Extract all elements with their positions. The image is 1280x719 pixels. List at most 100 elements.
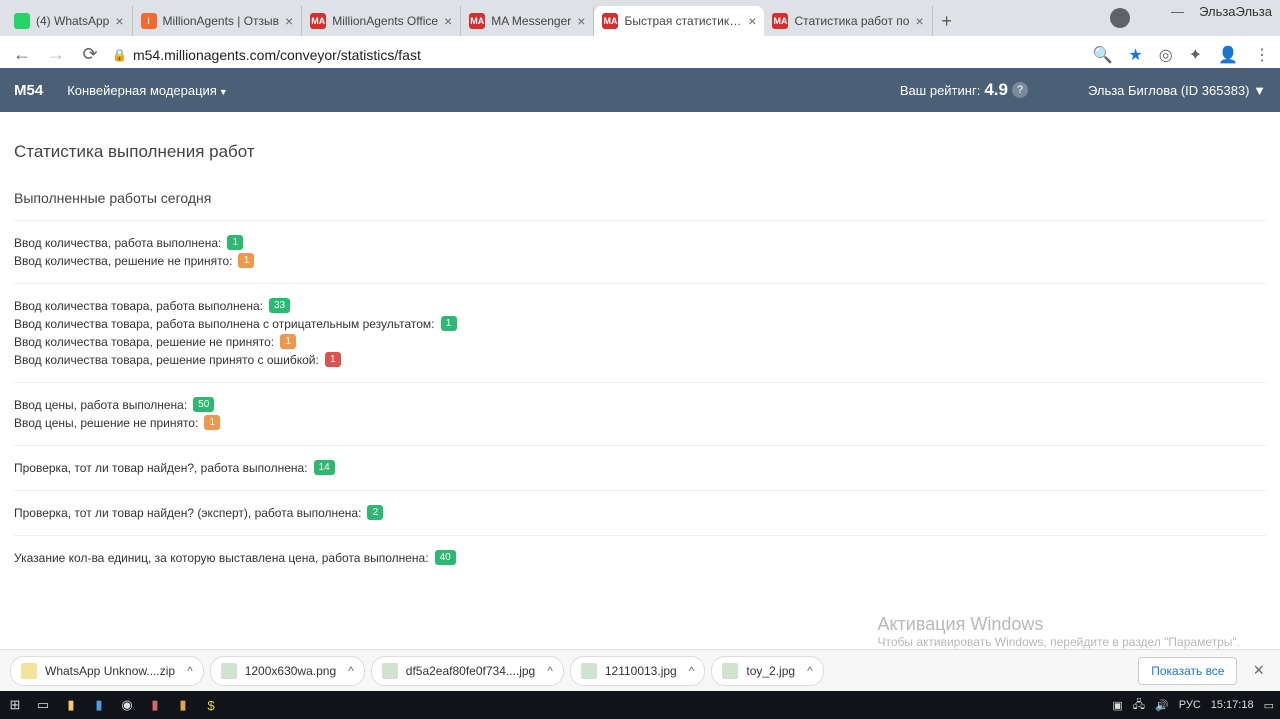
rating-value: 4.9 bbox=[984, 80, 1008, 100]
search-icon[interactable]: 🔍 bbox=[1092, 45, 1112, 65]
stats-section: Проверка, тот ли товар найден? (эксперт)… bbox=[14, 490, 1266, 535]
back-button[interactable]: ← bbox=[10, 44, 34, 65]
close-tab-icon[interactable]: × bbox=[115, 13, 123, 29]
stats-section: Ввод количества, работа выполнена: 1Ввод… bbox=[14, 220, 1266, 283]
download-item[interactable]: 1200x630wa.png ^ bbox=[210, 656, 365, 686]
stat-line: Ввод цены, работа выполнена: 50 bbox=[14, 397, 1266, 412]
tab-favicon: i bbox=[141, 13, 157, 29]
minimize-icon[interactable]: — bbox=[1171, 4, 1184, 19]
page-title: Статистика выполнения работ bbox=[14, 142, 1266, 162]
moderation-menu-label: Конвейерная модерация bbox=[67, 83, 217, 98]
download-filename: 1200x630wa.png bbox=[245, 664, 336, 678]
browser-tab[interactable]: MA Статистика работ по × bbox=[764, 6, 932, 36]
clock[interactable]: 15:17:18 bbox=[1211, 699, 1254, 711]
file-icon bbox=[382, 663, 398, 679]
file-icon bbox=[21, 663, 37, 679]
close-tab-icon[interactable]: × bbox=[577, 13, 585, 29]
stat-line: Ввод количества, работа выполнена: 1 bbox=[14, 235, 1266, 250]
chevron-up-icon[interactable]: ^ bbox=[689, 664, 695, 678]
stat-badge: 1 bbox=[441, 316, 457, 331]
tray-icon[interactable]: ▣ bbox=[1112, 699, 1122, 712]
windows-activation-watermark: Активация Windows Чтобы активировать Win… bbox=[877, 614, 1240, 649]
stat-badge: 1 bbox=[325, 352, 341, 367]
stat-badge: 1 bbox=[238, 253, 254, 268]
close-tab-icon[interactable]: × bbox=[748, 13, 756, 29]
browser-tab[interactable]: MA MA Messenger × bbox=[461, 6, 594, 36]
page-content: Статистика выполнения работ Выполненные … bbox=[0, 112, 1280, 590]
forward-button[interactable]: → bbox=[44, 44, 68, 65]
volume-icon[interactable]: 🔊 bbox=[1155, 699, 1169, 712]
profile-avatar-icon[interactable]: 👤 bbox=[1218, 45, 1238, 65]
browser-tab[interactable]: MA Быстрая статистика р × bbox=[594, 6, 764, 36]
stat-label: Ввод количества товара, работа выполнена… bbox=[14, 299, 263, 313]
browser-tab[interactable]: (4) WhatsApp × bbox=[6, 6, 133, 36]
incognito-icon[interactable] bbox=[1110, 8, 1130, 28]
app-navbar: M54 Конвейерная модерация▼ Ваш рейтинг: … bbox=[0, 68, 1280, 112]
help-icon[interactable]: ? bbox=[1012, 82, 1028, 98]
stats-section: Ввод количества товара, работа выполнена… bbox=[14, 283, 1266, 382]
stat-badge: 14 bbox=[314, 460, 335, 475]
moderation-menu[interactable]: Конвейерная модерация▼ bbox=[67, 83, 228, 98]
stat-line: Проверка, тот ли товар найден?, работа в… bbox=[14, 460, 1266, 475]
download-item[interactable]: df5a2eaf80fe0f734....jpg ^ bbox=[371, 656, 564, 686]
show-all-downloads-button[interactable]: Показать все bbox=[1138, 657, 1237, 685]
app-icon-3[interactable]: $ bbox=[202, 696, 220, 714]
tab-title: MillionAgents Office bbox=[332, 14, 438, 28]
stat-label: Указание кол-ва единиц, за которую выста… bbox=[14, 551, 429, 565]
language-indicator[interactable]: РУС bbox=[1179, 699, 1201, 711]
lock-icon: 🔒 bbox=[112, 48, 127, 62]
close-tab-icon[interactable]: × bbox=[444, 13, 452, 29]
chrome-icon[interactable]: ◉ bbox=[118, 696, 136, 714]
file-explorer-icon[interactable]: ▮ bbox=[62, 696, 80, 714]
close-downloads-button[interactable]: × bbox=[1247, 660, 1270, 681]
new-tab-button[interactable]: + bbox=[933, 11, 961, 32]
window-controls: — bbox=[1171, 4, 1184, 19]
stat-label: Ввод количества товара, решение не приня… bbox=[14, 335, 274, 349]
mail-icon[interactable]: ▮ bbox=[90, 696, 108, 714]
close-tab-icon[interactable]: × bbox=[915, 13, 923, 29]
download-item[interactable]: WhatsApp Unknow....zip ^ bbox=[10, 656, 204, 686]
stats-section: Ввод цены, работа выполнена: 50 Ввод цены… bbox=[14, 382, 1266, 445]
page-subtitle: Выполненные работы сегодня bbox=[14, 190, 1266, 206]
app-icon-2[interactable]: ▮ bbox=[174, 696, 192, 714]
chevron-down-icon: ▼ bbox=[219, 87, 228, 97]
menu-dots-icon[interactable]: ⋮ bbox=[1254, 45, 1270, 65]
watermark-title: Активация Windows bbox=[877, 614, 1240, 635]
app-brand[interactable]: M54 bbox=[14, 82, 43, 99]
account-icon[interactable]: ◎ bbox=[1159, 45, 1173, 65]
close-tab-icon[interactable]: × bbox=[285, 13, 293, 29]
notifications-icon[interactable]: ▭ bbox=[1264, 699, 1274, 712]
download-item[interactable]: 12110013.jpg ^ bbox=[570, 656, 706, 686]
stat-line: Указание кол-ва единиц, за которую выста… bbox=[14, 550, 1266, 565]
stat-line: Ввод количества товара, решение не приня… bbox=[14, 334, 1266, 349]
chrome-profile-name[interactable]: ЭльзаЭльза bbox=[1199, 4, 1272, 19]
browser-tab[interactable]: MA MillionAgents Office × bbox=[302, 6, 461, 36]
download-item[interactable]: toy_2.jpg ^ bbox=[711, 656, 823, 686]
stat-label: Проверка, тот ли товар найден?, работа в… bbox=[14, 461, 308, 475]
browser-tab[interactable]: i MillionAgents | Отзыв × bbox=[133, 6, 303, 36]
file-icon bbox=[221, 663, 237, 679]
reload-button[interactable]: ⟳ bbox=[78, 44, 102, 65]
chevron-up-icon[interactable]: ^ bbox=[348, 664, 354, 678]
download-filename: df5a2eaf80fe0f734....jpg bbox=[406, 664, 535, 678]
network-icon[interactable]: 🖧 bbox=[1133, 696, 1145, 715]
bookmark-star-icon[interactable]: ★ bbox=[1128, 45, 1142, 65]
stat-line: Ввод цены, решение не принято: 1 bbox=[14, 415, 1266, 430]
task-view-icon[interactable]: ▭ bbox=[34, 696, 52, 714]
addr-icons: 🔍 ★ ◎ ✦ 👤 ⋮ bbox=[1092, 45, 1270, 65]
chevron-up-icon[interactable]: ^ bbox=[547, 664, 553, 678]
start-button[interactable]: ⊞ bbox=[6, 696, 24, 714]
chevron-up-icon[interactable]: ^ bbox=[807, 664, 813, 678]
user-menu[interactable]: Эльза Биглова (ID 365383) ▼ bbox=[1088, 83, 1266, 98]
extensions-icon[interactable]: ✦ bbox=[1189, 45, 1202, 65]
chevron-up-icon[interactable]: ^ bbox=[187, 664, 193, 678]
tab-favicon bbox=[14, 13, 30, 29]
stat-label: Ввод цены, решение не принято: bbox=[14, 416, 198, 430]
url-box[interactable]: 🔒 m54.millionagents.com/conveyor/statist… bbox=[112, 47, 1082, 63]
app-icon-1[interactable]: ▮ bbox=[146, 696, 164, 714]
stat-badge: 1 bbox=[280, 334, 296, 349]
tab-title: MillionAgents | Отзыв bbox=[163, 14, 279, 28]
stat-badge: 1 bbox=[204, 415, 220, 430]
stat-line: Ввод количества товара, решение принято … bbox=[14, 352, 1266, 367]
stat-badge: 33 bbox=[269, 298, 290, 313]
